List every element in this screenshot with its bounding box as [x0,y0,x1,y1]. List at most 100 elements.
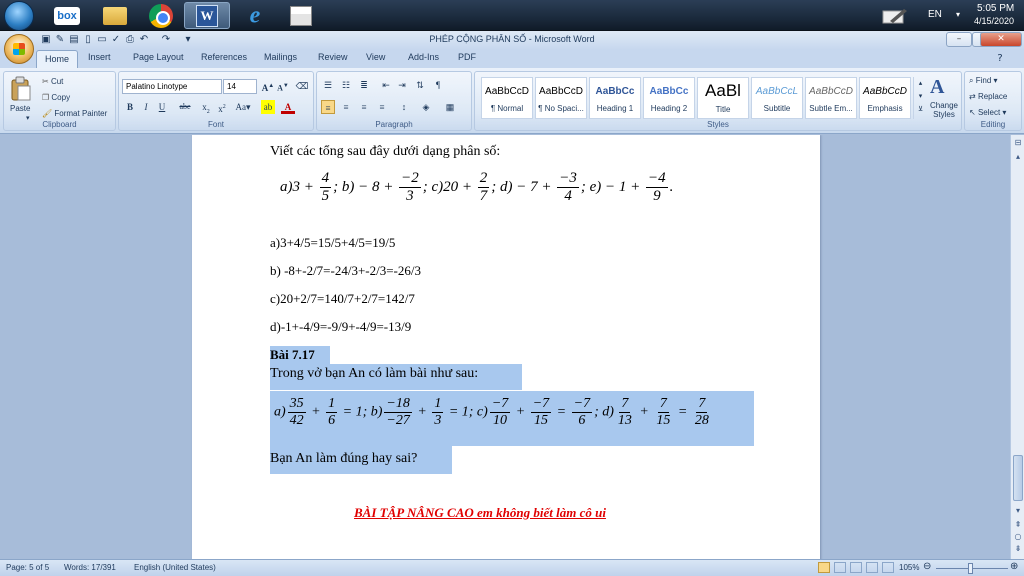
taskbar-paint-button[interactable] [278,2,324,29]
borders-icon[interactable]: ▦ [443,100,457,114]
ruler-toggle-icon[interactable]: ⊟ [1012,137,1024,149]
font-size-select[interactable]: 14 [223,79,257,94]
style-subtle-emphasis[interactable]: AaBbCcD Subtle Em... [805,77,857,119]
word-count[interactable]: Words: 17/391 [64,563,116,572]
language-indicator[interactable]: EN [928,9,942,20]
close-button[interactable]: ✕ [980,32,1022,47]
select-browse-object-icon[interactable]: ○ [1012,531,1024,543]
outline-view-icon[interactable] [866,562,878,573]
taskbar-explorer-button[interactable] [92,2,138,29]
minimize-button[interactable]: – [946,32,972,47]
scroll-down-icon[interactable]: ▾ [1012,505,1024,517]
change-styles-button[interactable]: Change Styles [927,101,961,119]
tab-insert[interactable]: Insert [88,52,111,62]
zoom-slider-thumb[interactable] [968,563,973,574]
justify-icon[interactable]: ≡ [375,100,389,114]
copy-button[interactable]: ❐ Copy [42,93,70,102]
format-painter-icon: 🖌 [42,109,53,119]
bold-button[interactable]: B [123,100,137,114]
paste-button[interactable]: Paste [10,104,30,113]
taskbar-word-button[interactable]: W [184,2,230,29]
document-area[interactable]: Viết các tổng sau đây dưới dạng phân số:… [0,135,1010,559]
change-case-button[interactable]: Aa▾ [233,100,253,114]
tray-chevron-icon[interactable]: ▾ [956,10,960,19]
shading-icon[interactable]: ◈ [419,100,433,114]
style-sample: AaBbCcD [539,86,583,97]
tab-home[interactable]: Home [36,50,79,68]
question-text: Bạn An làm đúng hay sai? [270,446,452,474]
shrink-font-button[interactable]: A▼ [276,79,290,93]
start-button[interactable] [4,1,34,31]
tab-view[interactable]: View [366,52,385,62]
proofing-language[interactable]: English (United States) [134,563,216,572]
style-heading-1[interactable]: AaBbCc Heading 1 [589,77,641,119]
align-right-icon[interactable]: ≡ [357,100,371,114]
multilevel-list-icon[interactable]: ≣ [357,78,371,92]
scroll-up-icon[interactable]: ▴ [1012,151,1024,163]
styles-scroll-icon[interactable]: ▴ ▾ ⊻ [913,77,927,119]
font-family-select[interactable]: Palatino Linotype [122,79,222,94]
align-center-icon[interactable]: ≡ [339,100,353,114]
pen-input-icon[interactable] [882,7,908,25]
style-subtitle[interactable]: AaBbCcL Subtitle [751,77,803,119]
format-painter-button[interactable]: 🖌 Format Painter [42,109,107,118]
subscript-button[interactable]: x2 [199,100,213,115]
style-title[interactable]: AaBl Title [697,77,749,119]
find-button[interactable]: ⌕ Find ▾ [969,76,998,86]
grow-font-button[interactable]: A▲ [261,79,275,93]
draft-view-icon[interactable] [882,562,894,573]
document-page[interactable]: Viết các tổng sau đây dưới dạng phân số:… [192,135,820,559]
zoom-out-icon[interactable]: ⊖ [923,561,931,572]
office-button[interactable] [4,34,34,64]
select-label: Select [977,108,1001,117]
style-emphasis[interactable]: AaBbCcD Emphasis [859,77,911,119]
help-icon[interactable]: ? [994,53,1006,65]
style-no-spacing[interactable]: AaBbCcD ¶ No Spaci... [535,77,587,119]
replace-button[interactable]: ⇄ Replace [969,92,1007,101]
tab-review[interactable]: Review [318,52,348,62]
previous-page-icon[interactable]: ⇞ [1012,519,1024,531]
underline-button[interactable]: U [155,100,169,114]
tab-add-ins[interactable]: Add-Ins [408,52,439,62]
zoom-in-icon[interactable]: ⊕ [1010,561,1018,572]
increase-indent-icon[interactable]: ⇥ [395,78,409,92]
superscript-button[interactable]: x2 [215,100,229,114]
sort-icon[interactable]: ⇅ [413,78,427,92]
paste-icon[interactable] [10,76,32,102]
tab-references[interactable]: References [201,52,247,62]
web-layout-icon[interactable] [850,562,862,573]
clipboard-group: Paste ▾ ✂ Cut ❐ Copy 🖌 Format Painter Cl… [3,71,116,131]
highlight-color-icon[interactable]: ab [261,100,275,114]
clear-formatting-icon[interactable]: ⌫ [295,79,309,93]
style-normal[interactable]: AaBbCcD ¶ Normal [481,77,533,119]
style-heading-2[interactable]: AaBbCc Heading 2 [643,77,695,119]
taskbar-ie-button[interactable]: e [232,2,278,29]
numbering-icon[interactable]: ☷ [339,78,353,92]
tab-page-layout[interactable]: Page Layout [133,52,184,62]
select-button[interactable]: ↖ Select ▾ [969,108,1006,117]
align-left-icon[interactable]: ≡ [321,100,335,114]
strikethrough-button[interactable]: abe [175,100,195,114]
taskbar-chrome-button[interactable] [138,2,184,29]
bullets-icon[interactable]: ☰ [321,78,335,92]
clock-date[interactable]: 4/15/2020 [974,16,1014,26]
decrease-indent-icon[interactable]: ⇤ [379,78,393,92]
tab-pdf[interactable]: PDF [458,52,476,62]
full-screen-reading-icon[interactable] [834,562,846,573]
zoom-level[interactable]: 105% [899,563,919,572]
print-layout-view-icon[interactable] [818,562,830,573]
page-count[interactable]: Page: 5 of 5 [6,563,49,572]
taskbar-box-button[interactable]: box [44,2,90,29]
scroll-thumb[interactable] [1013,455,1023,501]
vertical-scrollbar[interactable]: ⊟ ▴ ▾ ⇞ ○ ⇟ [1010,135,1024,559]
answer-c: c)20+2/7=140/7+2/7=142/7 [270,291,415,306]
next-page-icon[interactable]: ⇟ [1012,543,1024,555]
cut-button[interactable]: ✂ Cut [42,77,63,86]
italic-button[interactable]: I [139,100,153,114]
font-color-icon[interactable]: A [281,100,295,114]
clock-time[interactable]: 5:05 PM [977,3,1014,14]
show-formatting-marks-icon[interactable]: ¶ [431,78,445,92]
problem-expression: a) 35 42 + 16 = 1; b) −18 −27 + 13 = 1; c) −7… [270,391,754,446]
tab-mailings[interactable]: Mailings [264,52,297,62]
line-spacing-icon[interactable]: ↕ [397,100,411,114]
